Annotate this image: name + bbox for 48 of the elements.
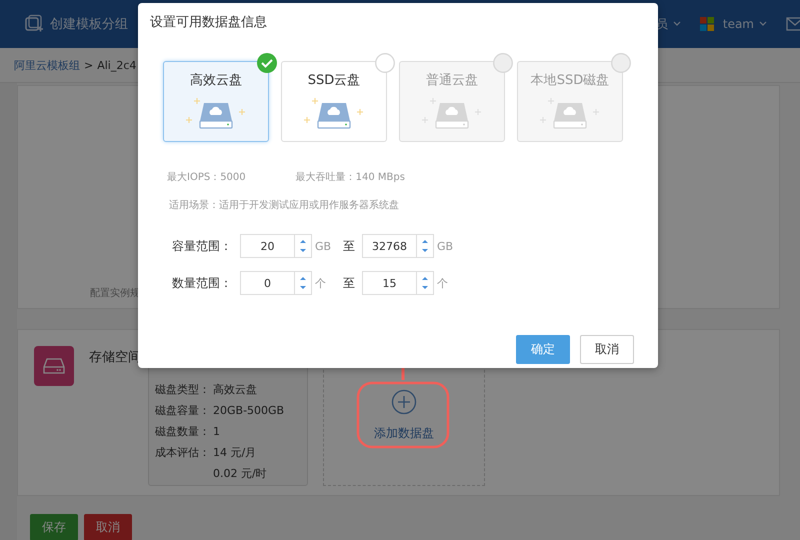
number-input[interactable]: 0 <box>240 271 312 295</box>
plus-circle-icon <box>391 389 417 416</box>
dialog-title: 设置可用数据盘信息 <box>150 14 268 31</box>
radio-circle-icon <box>375 53 395 73</box>
range-label: 数量范围： <box>172 274 233 292</box>
unit-label: GB <box>437 240 454 252</box>
dialog-button[interactable]: 取消 <box>580 335 634 364</box>
spec-text: 最大吞吐量：140 MBps <box>296 170 405 184</box>
unit-label: 个 <box>437 276 449 290</box>
disk-info-line: 磁盘容量： 20GB-500GB <box>155 403 286 420</box>
footer-button[interactable]: 取消 <box>84 514 132 540</box>
team-menu[interactable]: team <box>722 17 754 31</box>
unit-label: 个 <box>315 276 327 290</box>
mail-icon[interactable] <box>786 17 800 31</box>
number-input[interactable]: 32768 <box>362 234 434 258</box>
unit-label: GB <box>315 240 332 252</box>
check-badge-icon <box>257 53 277 73</box>
user-menu[interactable]: 员 <box>656 16 668 32</box>
dialog-button[interactable]: 确定 <box>516 335 570 364</box>
add-disk-label: 添加数据盘 <box>374 425 434 442</box>
disk-type-name: 本地SSD磁盘 <box>530 72 610 89</box>
radio-circle-icon <box>493 53 513 73</box>
number-input[interactable]: 20 <box>240 234 312 258</box>
disk-info-line: 磁盘类型： 高效云盘 <box>155 382 258 398</box>
radio-circle-icon <box>611 53 631 73</box>
to-label: 至 <box>343 274 356 292</box>
disk-type-option[interactable]: 高效云盘 <box>163 61 269 142</box>
chevron-down-icon <box>759 21 767 27</box>
disk-type-name: 高效云盘 <box>190 72 242 89</box>
breadcrumb-separator: > <box>84 58 94 72</box>
number-input[interactable]: 15 <box>362 271 434 295</box>
disk-type-option[interactable]: SSD云盘 <box>281 61 387 142</box>
add-group-icon <box>24 14 44 34</box>
create-group-button[interactable]: 创建模板分组 <box>50 15 128 33</box>
breadcrumb-link[interactable]: 阿里云模板组 <box>14 58 80 72</box>
range-label: 容量范围： <box>172 238 233 254</box>
breadcrumb-current: Ali_2c4 <box>97 58 136 72</box>
disk-info-line: 成本评估： 14 元/月 <box>155 445 258 462</box>
spec-text: 最大IOPS：5000 <box>167 170 246 184</box>
disk-info-line: 0.02 元/时 <box>212 466 268 482</box>
disk-type-name: SSD云盘 <box>308 72 360 89</box>
scenario-text: 适用场景：适用于开发测试应用或用作服务器系统盘 <box>169 198 400 212</box>
footer-button[interactable]: 保存 <box>30 514 78 540</box>
four-squares-logo-icon <box>700 17 714 31</box>
disk-info-line: 磁盘数量： 1 <box>155 424 221 440</box>
to-label: 至 <box>343 238 356 254</box>
chevron-down-icon <box>672 21 681 27</box>
disk-type-name: 普通云盘 <box>426 72 478 89</box>
